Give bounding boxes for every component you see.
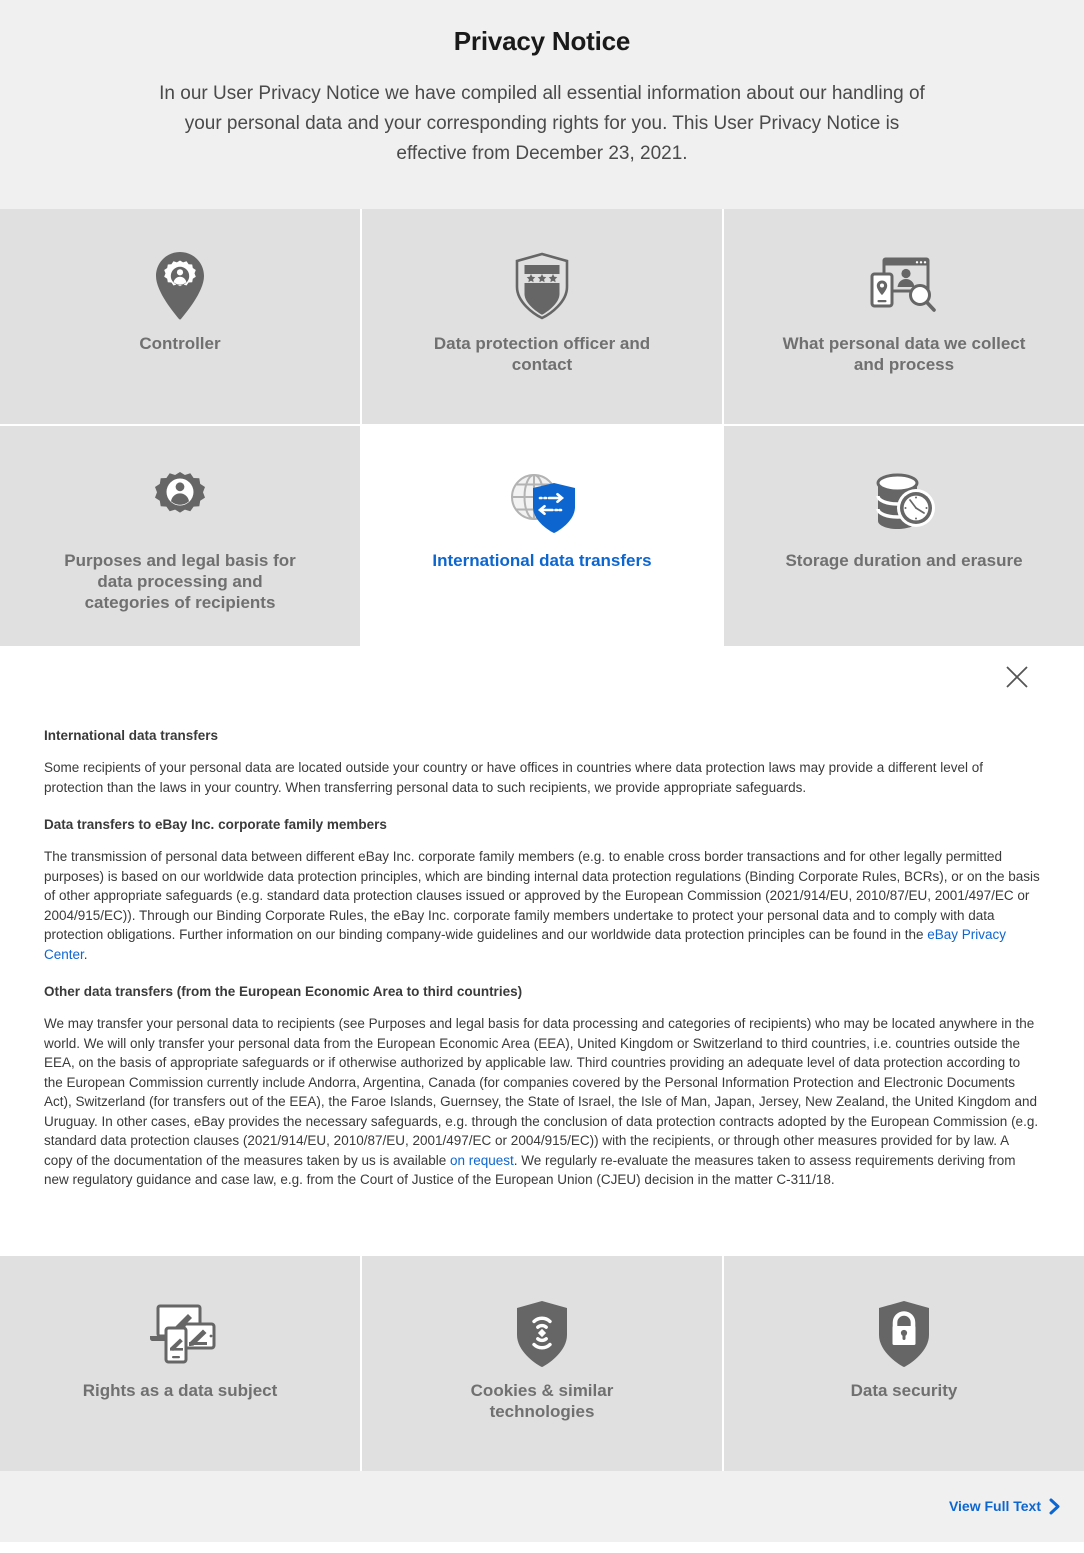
shield-signal-icon — [514, 1298, 570, 1368]
tile-label: Data security — [850, 1380, 958, 1400]
detail-paragraph-corporate-family: The transmission of personal data betwee… — [44, 847, 1040, 964]
detail-heading-international: International data transfers — [44, 728, 219, 743]
tile-storage-duration[interactable]: Storage duration and erasure — [724, 426, 1084, 646]
tile-label: Storage duration and erasure — [785, 551, 1023, 570]
tile-purposes-legal-basis[interactable]: Purposes and legal basis for data proces… — [0, 426, 360, 646]
shield-lock-icon — [876, 1298, 932, 1368]
tile-data-security[interactable]: Data security — [724, 1255, 1084, 1471]
tile-label: Cookies & similar technologies — [470, 1380, 614, 1421]
on-request-link[interactable]: on request — [450, 1153, 514, 1168]
tile-label: Data protection officer and contact — [433, 334, 651, 374]
multi-device-edit-icon — [144, 1298, 216, 1368]
detail-panel: International data transfers Some recipi… — [0, 646, 1084, 1256]
view-full-text-link[interactable]: View Full Text — [949, 1498, 1060, 1515]
tile-label: Controller — [139, 334, 221, 353]
category-tile-grid-top: Controller Data protection officer and c… — [0, 209, 1084, 424]
database-clock-icon — [870, 468, 938, 538]
category-tile-grid-middle: Purposes and legal basis for data proces… — [0, 426, 1084, 646]
tile-controller[interactable]: Controller — [0, 209, 360, 424]
devices-person-search-icon — [870, 251, 938, 321]
tile-cookies-technologies[interactable]: Cookies & similar technologies — [362, 1255, 722, 1471]
detail-paragraph-text: The transmission of personal data betwee… — [44, 849, 1040, 942]
tile-data-protection-officer[interactable]: Data protection officer and contact — [362, 209, 722, 424]
tile-international-data-transfers[interactable]: International data transfers — [362, 426, 722, 646]
view-full-text-label: View Full Text — [948, 1498, 1041, 1514]
detail-heading-corporate-family: Data transfers to eBay Inc. corporate fa… — [44, 817, 387, 832]
detail-paragraph-other-transfers: We may transfer your personal data to re… — [44, 1014, 1040, 1190]
detail-panel-close-row — [44, 646, 1040, 708]
detail-paragraph-text-tail: . — [83, 946, 88, 962]
page-title: Privacy Notice — [453, 26, 631, 56]
tile-label: International data transfers — [432, 551, 652, 570]
category-tile-grid-bottom: Rights as a data subject Cookies & simil… — [0, 1255, 1084, 1471]
tile-what-personal-data[interactable]: What personal data we collect and proces… — [724, 209, 1084, 424]
tile-label: Purposes and legal basis for data proces… — [64, 551, 296, 612]
map-pin-gear-person-icon — [150, 251, 210, 321]
tile-label: What personal data we collect and proces… — [782, 334, 1026, 374]
page-footer: View Full Text — [0, 1470, 1084, 1542]
shield-stars-icon — [511, 251, 573, 321]
detail-heading-other-transfers: Other data transfers (from the European … — [44, 984, 523, 999]
detail-paragraph-intro: Some recipients of your personal data ar… — [44, 760, 984, 795]
tile-rights-as-data-subject[interactable]: Rights as a data subject — [0, 1255, 360, 1471]
page-header: Privacy Notice In our User Privacy Notic… — [0, 0, 1084, 209]
page-intro-text: In our User Privacy Notice we have compi… — [159, 83, 925, 164]
tile-label: Rights as a data subject — [82, 1380, 278, 1400]
close-icon[interactable] — [1000, 660, 1034, 694]
gear-person-icon — [148, 468, 212, 538]
chevron-right-icon — [1049, 1498, 1060, 1515]
detail-paragraph-text: We may transfer your personal data to re… — [44, 1016, 1039, 1168]
globe-shield-arrows-icon — [507, 468, 577, 538]
